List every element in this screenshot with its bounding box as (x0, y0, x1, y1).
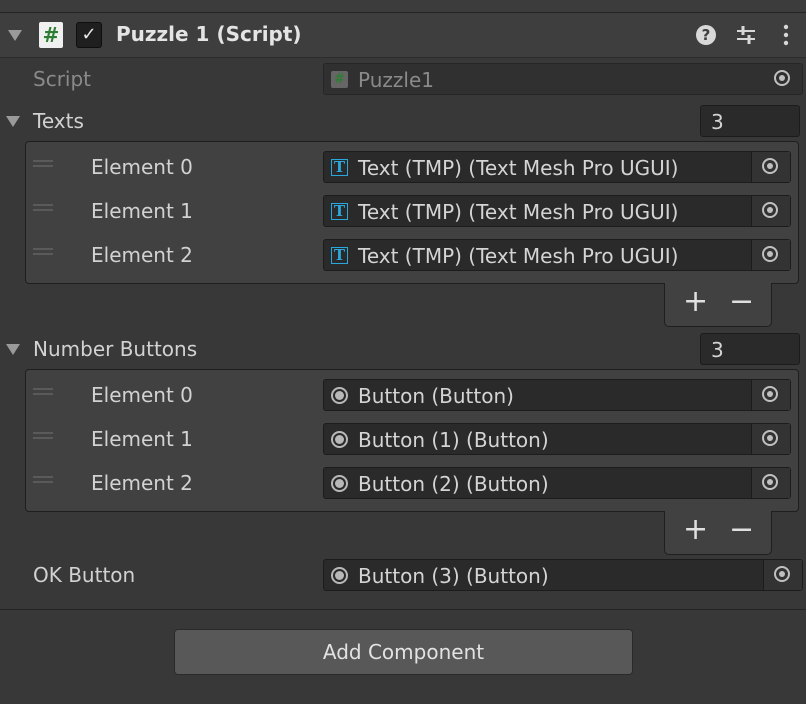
object-picker-button[interactable] (751, 380, 790, 410)
texts-element-0-value: Text (TMP) (Text Mesh Pro UGUI) (358, 156, 679, 180)
text-tmp-icon: T (331, 247, 348, 264)
object-picker-icon (762, 158, 778, 174)
button-component-icon (331, 387, 348, 404)
drag-handle-icon[interactable] (33, 204, 53, 211)
svg-text:?: ? (702, 26, 711, 44)
texts-element-2-field[interactable]: T Text (TMP) (Text Mesh Pro UGUI) (323, 239, 791, 271)
number-buttons-element-2-value: Button (2) (Button) (358, 472, 549, 496)
number-buttons-element-1-label: Element 1 (91, 427, 193, 451)
number-buttons-element-1-field[interactable]: Button (1) (Button) (323, 423, 791, 455)
object-picker-button[interactable] (751, 152, 790, 182)
number-buttons-label: Number Buttons (33, 337, 198, 361)
object-picker-icon (774, 566, 790, 582)
texts-remove-button[interactable]: − (729, 287, 754, 317)
number-buttons-element-0-field[interactable]: Button (Button) (323, 379, 791, 411)
help-icon[interactable]: ? (694, 23, 718, 47)
object-picker-icon (774, 70, 790, 86)
script-hash-icon: # (39, 22, 63, 48)
number-buttons-remove-button[interactable]: − (729, 515, 754, 545)
drag-handle-icon[interactable] (33, 432, 53, 439)
drag-handle-icon[interactable] (33, 388, 53, 395)
object-picker-icon (762, 246, 778, 262)
texts-add-button[interactable]: + (683, 287, 708, 317)
drag-handle-icon[interactable] (33, 160, 53, 167)
texts-add-remove: + − (664, 283, 772, 327)
texts-foldout-icon[interactable] (6, 116, 20, 127)
object-picker-icon (762, 430, 778, 446)
script-field: # Puzzle1 (323, 63, 803, 95)
texts-size-input[interactable]: 3 (700, 105, 800, 137)
script-label: Script (33, 67, 92, 91)
texts-element-1-field[interactable]: T Text (TMP) (Text Mesh Pro UGUI) (323, 195, 791, 227)
number-buttons-size-input[interactable]: 3 (700, 333, 800, 365)
number-buttons-size-value: 3 (711, 338, 724, 362)
number-buttons-element-0-value: Button (Button) (358, 384, 514, 408)
number-buttons-add-remove: + − (664, 511, 772, 555)
texts-label: Texts (33, 109, 84, 133)
number-buttons-foldout-icon[interactable] (6, 344, 20, 355)
add-component-button[interactable]: Add Component (174, 629, 633, 675)
number-buttons-element-0-label: Element 0 (91, 383, 193, 407)
object-picker-button[interactable] (763, 560, 802, 590)
object-picker-icon (762, 386, 778, 402)
script-value: Puzzle1 (358, 68, 434, 92)
text-tmp-icon: T (331, 159, 348, 176)
component-title: Puzzle 1 (Script) (116, 22, 302, 46)
drag-handle-icon[interactable] (33, 248, 53, 255)
texts-element-0-field[interactable]: T Text (TMP) (Text Mesh Pro UGUI) (323, 151, 791, 183)
ok-button-field[interactable]: Button (3) (Button) (323, 559, 803, 591)
texts-element-0-label: Element 0 (91, 155, 193, 179)
script-picker (764, 64, 802, 94)
component-separator (0, 609, 806, 610)
drag-handle-icon[interactable] (33, 476, 53, 483)
texts-element-2-label: Element 2 (91, 243, 193, 267)
object-picker-icon (762, 202, 778, 218)
script-file-icon: # (331, 71, 348, 88)
inspector-top-strip (0, 0, 806, 13)
ok-button-value: Button (3) (Button) (358, 564, 549, 588)
texts-element-1-label: Element 1 (91, 199, 193, 223)
component-enabled-checkbox[interactable]: ✓ (76, 22, 102, 48)
button-component-icon (331, 431, 348, 448)
ok-button-label: OK Button (33, 563, 136, 587)
number-buttons-add-button[interactable]: + (683, 515, 708, 545)
texts-size-value: 3 (711, 110, 724, 134)
texts-element-2-value: Text (TMP) (Text Mesh Pro UGUI) (358, 244, 679, 268)
foldout-arrow-icon[interactable] (8, 30, 22, 41)
text-tmp-icon: T (331, 203, 348, 220)
number-buttons-element-2-field[interactable]: Button (2) (Button) (323, 467, 791, 499)
object-picker-button[interactable] (751, 424, 790, 454)
object-picker-icon (762, 474, 778, 490)
number-buttons-element-1-value: Button (1) (Button) (358, 428, 549, 452)
component-header[interactable]: # ✓ Puzzle 1 (Script) ? (0, 13, 806, 58)
button-component-icon (331, 567, 348, 584)
object-picker-button[interactable] (751, 468, 790, 498)
object-picker-button[interactable] (751, 240, 790, 270)
more-icon[interactable] (779, 23, 793, 47)
presets-icon[interactable] (734, 23, 758, 47)
texts-element-1-value: Text (TMP) (Text Mesh Pro UGUI) (358, 200, 679, 224)
object-picker-button[interactable] (751, 196, 790, 226)
button-component-icon (331, 475, 348, 492)
number-buttons-element-2-label: Element 2 (91, 471, 193, 495)
